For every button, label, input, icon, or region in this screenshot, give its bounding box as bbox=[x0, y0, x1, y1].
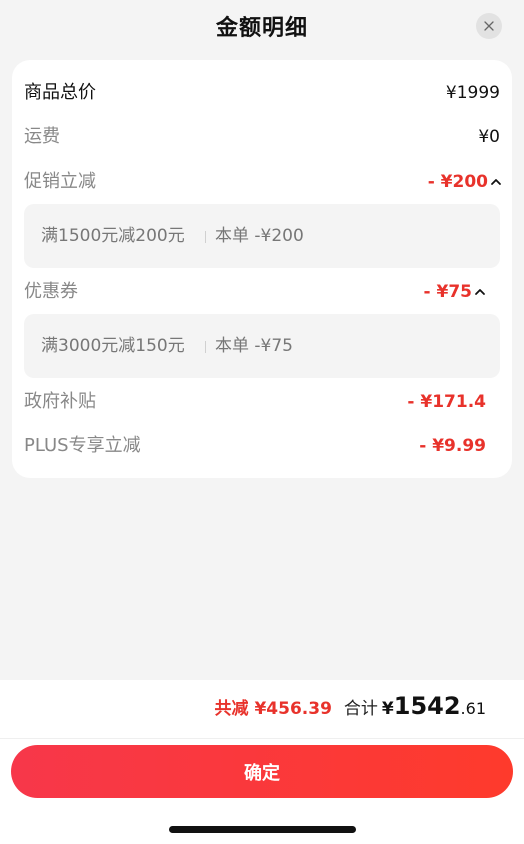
sheet-header: 金额明细 bbox=[0, 0, 524, 54]
coupon-value-wrap: - ¥75 bbox=[424, 277, 486, 307]
saved-label: 共减 bbox=[214, 699, 249, 719]
promotion-value-wrap: - ¥200 bbox=[428, 167, 502, 197]
promotion-row[interactable]: 促销立减 - ¥200 bbox=[24, 167, 502, 197]
promotion-label: 促销立减 bbox=[24, 171, 96, 192]
gov-subsidy-row: 政府补贴 - ¥171.4 bbox=[24, 387, 500, 417]
plus-discount-value: - ¥9.99 bbox=[419, 436, 486, 456]
coupon-row: 优惠券 - ¥75 bbox=[24, 277, 500, 307]
promotion-order-discount: 本单 -¥200 bbox=[215, 226, 304, 246]
plus-discount-label: PLUS专享立减 bbox=[24, 435, 141, 456]
total-integer: 1542 bbox=[393, 692, 461, 720]
coupon-label: 优惠券 bbox=[24, 281, 78, 302]
saved-value: ¥456.39 bbox=[254, 699, 332, 719]
promotion-rule: 满1500元减200元 bbox=[41, 226, 185, 246]
promotion-detail: 满1500元减200元 本单 -¥200 bbox=[24, 204, 500, 268]
confirm-button[interactable]: 确定 bbox=[11, 745, 513, 798]
coupon-value: - ¥75 bbox=[423, 282, 472, 302]
coupon-detail: 满3000元减150元 本单 -¥75 bbox=[24, 314, 500, 378]
order-summary: 共减 ¥456.39 合计 ¥ 1542 .61 bbox=[214, 692, 486, 728]
shipping-label: 运费 bbox=[24, 126, 60, 147]
shipping-row: 运费 ¥0 bbox=[24, 122, 500, 152]
chevron-up-icon[interactable] bbox=[490, 177, 502, 187]
amount-details-card: 商品总价 ¥1999 运费 ¥0 促销立减 - ¥200 满1500元减200元… bbox=[12, 60, 512, 478]
goods-total-label: 商品总价 bbox=[24, 82, 96, 103]
page-title: 金额明细 bbox=[215, 16, 308, 41]
coupon-rule: 满3000元减150元 bbox=[41, 336, 185, 356]
total-currency: ¥ bbox=[381, 699, 394, 719]
gov-subsidy-label: 政府补贴 bbox=[24, 391, 96, 412]
home-indicator bbox=[169, 826, 356, 833]
shipping-value: ¥0 bbox=[478, 127, 500, 147]
close-button[interactable] bbox=[476, 13, 502, 39]
goods-total-value: ¥1999 bbox=[445, 83, 500, 103]
promotion-divider bbox=[205, 231, 206, 243]
plus-discount-row: PLUS专享立减 - ¥9.99 bbox=[24, 431, 500, 461]
total-decimal: .61 bbox=[460, 699, 486, 718]
promotion-value: - ¥200 bbox=[427, 172, 488, 192]
gov-subsidy-value: - ¥171.4 bbox=[407, 392, 486, 412]
total-label: 合计 bbox=[343, 699, 378, 719]
coupon-divider bbox=[205, 341, 206, 353]
coupon-order-discount: 本单 -¥75 bbox=[215, 336, 293, 356]
divider bbox=[0, 738, 524, 739]
chevron-up-icon[interactable] bbox=[474, 287, 486, 297]
close-icon bbox=[484, 21, 494, 31]
goods-total-row: 商品总价 ¥1999 bbox=[24, 78, 500, 108]
